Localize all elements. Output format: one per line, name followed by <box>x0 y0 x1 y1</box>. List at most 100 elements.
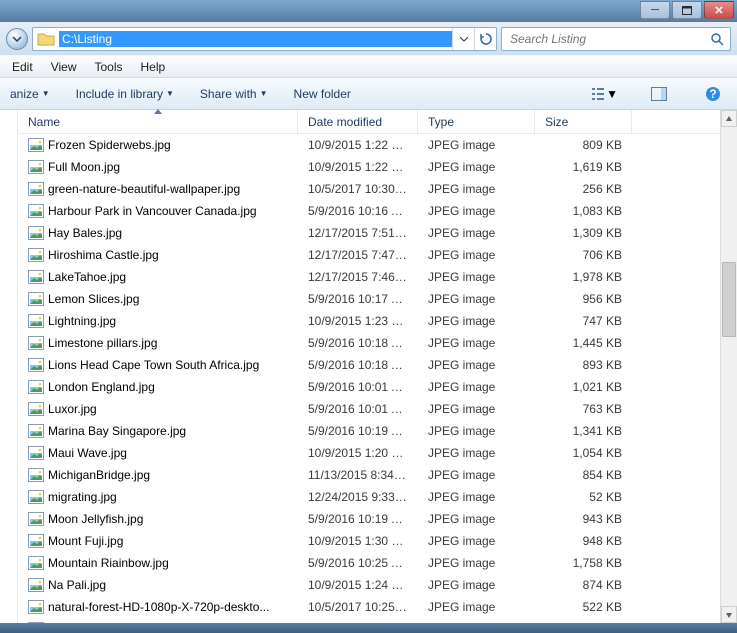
file-row[interactable]: Mountain Riainbow.jpg5/9/2016 10:25 AMJP… <box>18 552 720 574</box>
image-file-icon <box>28 402 44 416</box>
file-row[interactable]: Mount Fuji.jpg10/9/2015 1:30 PMJPEG imag… <box>18 530 720 552</box>
file-row[interactable]: Lions Head Cape Town South Africa.jpg5/9… <box>18 354 720 376</box>
image-file-icon <box>28 490 44 504</box>
file-name-cell: Hiroshima Castle.jpg <box>18 248 298 262</box>
image-file-icon <box>28 380 44 394</box>
organize-button[interactable]: anize▼ <box>10 87 50 101</box>
column-type[interactable]: Type <box>418 110 535 133</box>
file-name-cell: London England.jpg <box>18 380 298 394</box>
help-button[interactable]: ? <box>699 83 727 105</box>
menu-view[interactable]: View <box>51 60 77 74</box>
file-size-cell: 1,619 KB <box>535 160 632 174</box>
nav-pane-edge[interactable] <box>0 110 18 623</box>
address-path[interactable]: C:\Listing <box>59 31 452 47</box>
column-size[interactable]: Size <box>535 110 632 133</box>
file-row[interactable]: Maui Wave.jpg10/9/2015 1:20 PMJPEG image… <box>18 442 720 464</box>
file-row[interactable]: Frozen Spiderwebs.jpg10/9/2015 1:22 PMJP… <box>18 134 720 156</box>
file-row[interactable]: Limestone pillars.jpg5/9/2016 10:18 AMJP… <box>18 332 720 354</box>
address-dropdown-icon[interactable] <box>452 28 474 50</box>
menu-tools[interactable]: Tools <box>94 60 122 74</box>
maximize-button[interactable] <box>672 1 702 19</box>
menu-help[interactable]: Help <box>141 60 166 74</box>
content-area: Name Date modified Type Size Frozen Spid… <box>0 110 737 623</box>
file-name-cell: Lightning.jpg <box>18 314 298 328</box>
view-options-button[interactable]: ▼ <box>591 83 619 105</box>
minimize-button[interactable]: ─ <box>640 1 670 19</box>
vertical-scrollbar[interactable] <box>720 110 737 623</box>
file-row[interactable]: green-nature-beautiful-wallpaper.jpg10/5… <box>18 178 720 200</box>
address-bar[interactable]: C:\Listing <box>32 27 497 51</box>
file-type-cell: JPEG image <box>418 138 535 152</box>
file-row[interactable]: Lemon Slices.jpg5/9/2016 10:17 AMJPEG im… <box>18 288 720 310</box>
menu-edit[interactable]: Edit <box>12 60 33 74</box>
scroll-thumb[interactable] <box>722 262 736 337</box>
file-size-cell: 256 KB <box>535 182 632 196</box>
file-name-text: MichiganBridge.jpg <box>48 468 150 482</box>
file-row[interactable]: Moon Jellyfish.jpg5/9/2016 10:19 AMJPEG … <box>18 508 720 530</box>
file-row[interactable]: London England.jpg5/9/2016 10:01 AMJPEG … <box>18 376 720 398</box>
image-file-icon <box>28 512 44 526</box>
file-name-text: Luxor.jpg <box>48 402 97 416</box>
image-file-icon <box>28 578 44 592</box>
preview-pane-button[interactable] <box>645 83 673 105</box>
column-date-modified[interactable]: Date modified <box>298 110 418 133</box>
file-name-cell: Maui Wave.jpg <box>18 446 298 460</box>
refresh-button[interactable] <box>474 28 496 50</box>
search-box[interactable] <box>501 27 731 51</box>
file-date-cell: 10/5/2017 10:30 AM <box>298 182 418 196</box>
image-file-icon <box>28 160 44 174</box>
scroll-down-button[interactable] <box>721 606 737 623</box>
file-date-cell: 5/9/2016 10:18 AM <box>298 358 418 372</box>
file-row[interactable]: natural-forest-HD-1080p-X-720p-deskto...… <box>18 596 720 618</box>
file-name-cell: Luxor.jpg <box>18 402 298 416</box>
file-date-cell: 10/9/2015 1:30 PM <box>298 534 418 548</box>
file-size-cell: 522 KB <box>535 600 632 614</box>
file-type-cell: JPEG image <box>418 424 535 438</box>
file-row[interactable]: LakeTahoe.jpg12/17/2015 7:46 AMJPEG imag… <box>18 266 720 288</box>
share-with-button[interactable]: Share with▼ <box>200 87 268 101</box>
image-file-icon <box>28 424 44 438</box>
file-name-cell: Marina Bay Singapore.jpg <box>18 424 298 438</box>
file-size-cell: 1,054 KB <box>535 446 632 460</box>
scroll-up-button[interactable] <box>721 110 737 127</box>
image-file-icon <box>28 534 44 548</box>
file-date-cell: 5/9/2016 10:01 AM <box>298 402 418 416</box>
file-row[interactable]: MichiganBridge.jpg11/13/2015 8:34 AMJPEG… <box>18 464 720 486</box>
new-folder-button[interactable]: New folder <box>294 87 351 101</box>
menu-bar: Edit View Tools Help <box>0 56 737 78</box>
preview-pane-icon <box>651 87 667 101</box>
file-date-cell: 12/24/2015 9:33 AM <box>298 490 418 504</box>
file-name-cell: Moon Jellyfish.jpg <box>18 512 298 526</box>
scroll-track[interactable] <box>721 127 737 606</box>
file-row[interactable]: Marina Bay Singapore.jpg5/9/2016 10:19 A… <box>18 420 720 442</box>
file-name-text: Mount Fuji.jpg <box>48 534 123 548</box>
file-row[interactable]: Full Moon.jpg10/9/2015 1:22 PMJPEG image… <box>18 156 720 178</box>
file-type-cell: JPEG image <box>418 204 535 218</box>
file-name-cell: Limestone pillars.jpg <box>18 336 298 350</box>
file-size-cell: 747 KB <box>535 314 632 328</box>
file-name-cell: Mount Fuji.jpg <box>18 534 298 548</box>
file-row[interactable]: Harbour Park in Vancouver Canada.jpg5/9/… <box>18 200 720 222</box>
column-name[interactable]: Name <box>18 110 298 133</box>
file-type-cell: JPEG image <box>418 336 535 350</box>
search-input[interactable] <box>508 31 710 47</box>
file-row[interactable]: Na Pali.jpg10/9/2015 1:24 PMJPEG image87… <box>18 574 720 596</box>
file-row[interactable]: Hay Bales.jpg12/17/2015 7:51 AMJPEG imag… <box>18 222 720 244</box>
image-file-icon <box>28 182 44 196</box>
file-type-cell: JPEG image <box>418 556 535 570</box>
file-row[interactable]: Hiroshima Castle.jpg12/17/2015 7:47 AMJP… <box>18 244 720 266</box>
file-row[interactable]: Lightning.jpg10/9/2015 1:23 PMJPEG image… <box>18 310 720 332</box>
close-button[interactable]: ✕ <box>704 1 734 19</box>
file-size-cell: 943 KB <box>535 512 632 526</box>
column-headers: Name Date modified Type Size <box>18 110 720 134</box>
command-bar: anize▼ Include in library▼ Share with▼ N… <box>0 78 737 110</box>
file-name-text: Hay Bales.jpg <box>48 226 122 240</box>
file-date-cell: 5/9/2016 10:25 AM <box>298 556 418 570</box>
sort-ascending-icon <box>154 109 162 114</box>
file-size-cell: 874 KB <box>535 578 632 592</box>
file-row[interactable]: Luxor.jpg5/9/2016 10:01 AMJPEG image763 … <box>18 398 720 420</box>
include-in-library-button[interactable]: Include in library▼ <box>76 87 174 101</box>
file-name-text: Harbour Park in Vancouver Canada.jpg <box>48 204 257 218</box>
nav-history-dropdown[interactable] <box>6 28 28 50</box>
file-row[interactable]: migrating.jpg12/24/2015 9:33 AMJPEG imag… <box>18 486 720 508</box>
